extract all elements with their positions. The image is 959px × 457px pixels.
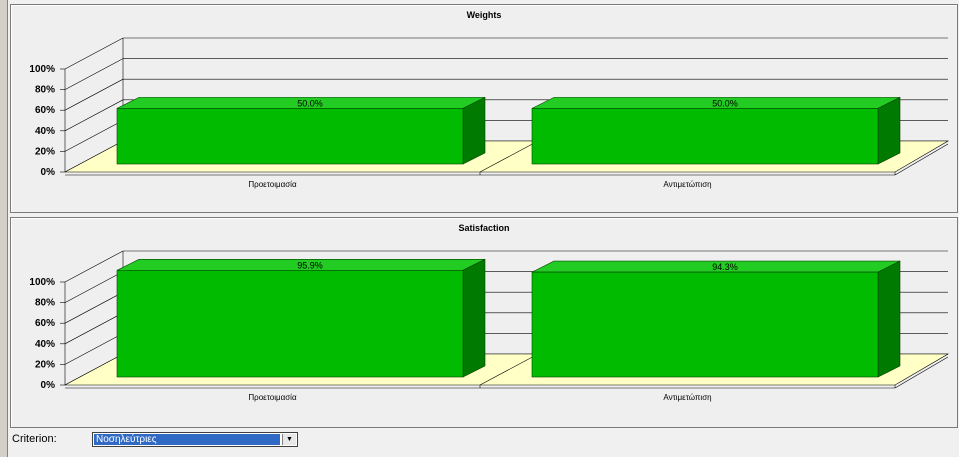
bar <box>116 258 486 378</box>
y-tick-label: 60% <box>35 105 55 116</box>
bar-side <box>877 260 901 378</box>
chart-title: Weights <box>467 10 502 20</box>
x-category-label: Αντιμετώπιση <box>663 180 711 189</box>
bar <box>531 260 901 378</box>
chevron-down-icon[interactable]: ▼ <box>282 434 296 445</box>
y-tick-label: 0% <box>41 167 56 178</box>
x-category-label: Προετοιμασία <box>248 393 297 402</box>
criterion-label: Criterion: <box>12 433 57 445</box>
y-tick-label: 40% <box>35 339 55 350</box>
satisfaction-chart: Satisfaction 100% 80% 60% 40% 20% 0% 95.9% Προετ… <box>29 223 950 402</box>
x-category-label: Προετοιμασία <box>248 180 297 189</box>
gridline-side <box>64 312 124 345</box>
y-tick-label: 20% <box>35 359 55 370</box>
bar-side <box>877 96 901 165</box>
gridline-side <box>64 250 124 283</box>
y-tick-label: 20% <box>35 146 55 157</box>
bar-front <box>531 108 879 165</box>
gridline-side <box>64 99 124 132</box>
y-tick-label: 40% <box>35 126 55 137</box>
gridline-side <box>64 37 124 70</box>
bar-value-label: 94.3% <box>712 262 738 272</box>
x-category-label: Αντιμετώπιση <box>663 393 711 402</box>
bar-side <box>462 258 486 378</box>
satisfaction-chart-panel: Satisfaction 100% 80% 60% 40% 20% 0% 95.9% Προετ… <box>10 217 958 428</box>
y-tick-label: 0% <box>41 380 56 391</box>
bar-value-label: 50.0% <box>297 98 323 108</box>
bar-value-label: 50.0% <box>712 98 738 108</box>
criterion-dropdown[interactable]: Νοσηλεύτριες ▼ <box>92 432 298 447</box>
y-tick-label: 60% <box>35 318 55 329</box>
y-tick-label: 80% <box>35 85 55 96</box>
gridline-side <box>64 58 124 90</box>
chart-title: Satisfaction <box>458 223 509 233</box>
y-tick-label: 80% <box>35 298 55 309</box>
gridline-side <box>64 271 124 303</box>
y-tick-label: 100% <box>29 64 55 75</box>
bar-front <box>116 270 464 378</box>
criterion-selected-value[interactable]: Νοσηλεύτριες <box>93 433 281 446</box>
bar-side <box>462 96 486 165</box>
gridline-side <box>64 78 124 111</box>
bar-value-label: 95.9% <box>297 260 323 270</box>
bar-front <box>116 108 464 165</box>
weights-chart-panel: Weights 100% 80% 60% 40% 20% 0% 50.0% Προετοιμασ… <box>10 4 958 213</box>
bar-front <box>531 271 879 378</box>
weights-chart: Weights 100% 80% 60% 40% 20% 0% 50.0% Προετοιμασ… <box>29 10 950 189</box>
left-window-edge <box>0 0 8 457</box>
y-tick-label: 100% <box>29 277 55 288</box>
gridline-side <box>64 291 124 324</box>
